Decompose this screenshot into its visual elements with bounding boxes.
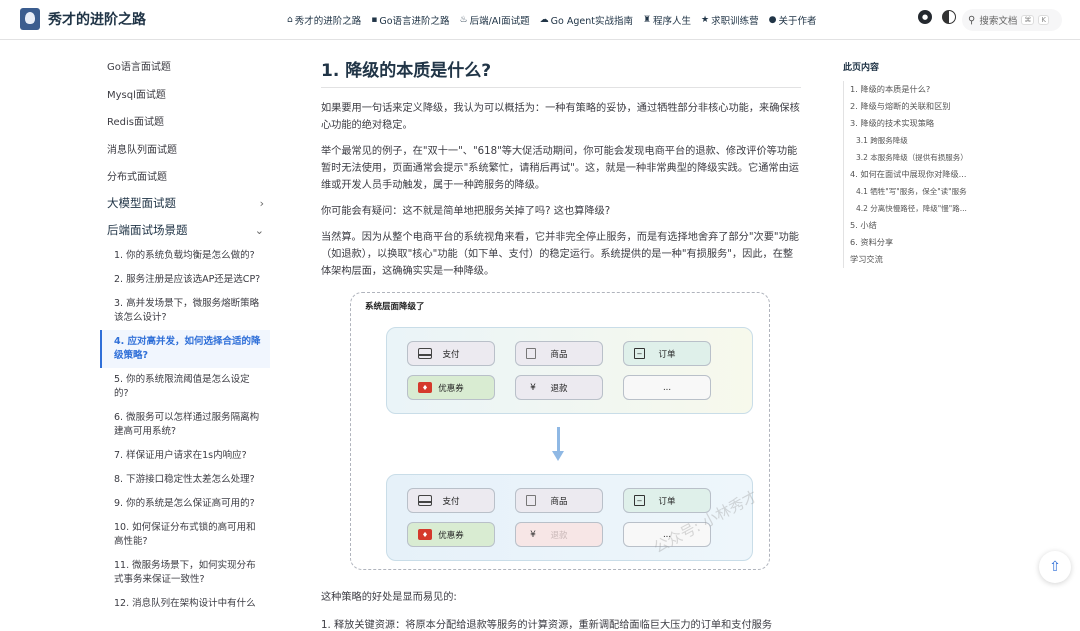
toc-item[interactable]: 3.1 跨服务降级 (843, 132, 978, 149)
service-goods: 商品 (515, 488, 603, 513)
person-icon: ● (768, 15, 777, 25)
service-refund: ¥ 退款 (515, 375, 603, 400)
paragraph: 你可能会有疑问：这不就是简单地把服务关掉了吗? 这也算降级? (321, 206, 611, 217)
sidebar-subitem[interactable]: 5. 你的系统限流阈值是怎么设定的? (100, 368, 270, 406)
sidebar-subitem[interactable]: 12. 消息队列在架构设计中有什么 (100, 592, 270, 616)
service-order: − 订单 (623, 488, 711, 513)
article-heading: 1. 降级的本质是什么? (321, 56, 801, 88)
sidebar-subitem-active[interactable]: 4. 应对高并发，如何选择合适的降级策略? (100, 329, 270, 368)
sidebar-subitem[interactable]: 10. 如何保证分布式锁的高可用和高性能? (100, 516, 270, 554)
service-coupon: ♦ 优惠券 (407, 522, 495, 547)
paragraph: 如果要用一句话来定义降级，我认为可以概括为：一种有策略的妥协，通过牺牲部分非核心… (321, 103, 800, 131)
sidebar-subitem[interactable]: 11. 微服务场景下，如何实现分布式事务来保证一致性? (100, 554, 270, 592)
toolbar: ● (918, 10, 956, 24)
sidebar-item-mq[interactable]: 消息队列面试题 (100, 135, 270, 163)
book-icon: ▪ (371, 15, 378, 25)
star-icon: ★ (701, 15, 710, 25)
service-refund-disabled: ¥ 退款 (515, 522, 603, 547)
sidebar-subitem[interactable]: 8. 下游接口稳定性太差怎么处理? (100, 468, 270, 492)
search-icon: ⚲ (968, 14, 976, 26)
sidebar-subitem[interactable]: 1. 你的系统负载均衡是怎么做的? (100, 244, 270, 268)
paragraph: 举个最常见的例子，在"双十一"、"618"等大促活动期间，你可能会发现电商平台的… (321, 146, 799, 191)
site-title: 秀才的进阶之路 (48, 12, 146, 28)
sidebar-item-mysql[interactable]: Mysql面试题 (100, 80, 270, 108)
search-placeholder: 搜索文档 (979, 16, 1018, 27)
nav-item-agent[interactable]: ☁ Go Agent实战指南 (540, 13, 633, 27)
sidebar-item-go[interactable]: Go语言面试题 (100, 52, 270, 80)
sidebar: Go语言面试题 Mysql面试题 Redis面试题 消息队列面试题 分布式面试题… (100, 52, 270, 616)
service-more: ... (623, 375, 711, 400)
toc-title: 此页内容 (843, 63, 880, 73)
toc-item[interactable]: 2. 降级与熔断的关联和区别 (843, 98, 978, 115)
service-goods: 商品 (515, 341, 603, 366)
chevron-right-icon: › (259, 196, 264, 210)
service-coupon: ♦ 优惠券 (407, 375, 495, 400)
toc-item[interactable]: 4.2 分离快慢路径，降级"慢"路... (843, 200, 978, 217)
cloud-icon: ☁ (539, 15, 549, 25)
toc-item[interactable]: 6. 资料分享 (843, 234, 978, 251)
sidebar-subitem[interactable]: 9. 你的系统是怎么保证高可用的? (100, 492, 270, 516)
toc-item[interactable]: 4.1 牺牲"写"服务，保全"读"服务 (843, 183, 978, 200)
toc-item[interactable]: 1. 降级的本质是什么? (843, 81, 978, 98)
diagram-title: 系统层面降级了 (365, 302, 425, 312)
down-arrow-icon (552, 427, 564, 461)
top-navbar: 秀才的进阶之路 ⌂ 秀才的进阶之路 ▪ Go语言进阶之路 ♨ 后端/AI面试题 ☁ Go… (0, 0, 1080, 40)
logo-icon (20, 8, 40, 30)
nav-item-go[interactable]: ▪ Go语言进阶之路 (371, 13, 449, 27)
top-nav: ⌂ 秀才的进阶之路 ▪ Go语言进阶之路 ♨ 后端/AI面试题 ☁ Go Agent实战… (287, 0, 817, 40)
brand[interactable]: 秀才的进阶之路 (20, 8, 146, 30)
service-order: − 订单 (623, 341, 711, 366)
sidebar-item-redis[interactable]: Redis面试题 (100, 107, 270, 135)
sidebar-subitem[interactable]: 6. 微服务可以怎样通过服务隔离构建高可用系统? (100, 406, 270, 444)
table-of-contents: 此页内容 1. 降级的本质是什么? 2. 降级与熔断的关联和区别 3. 降级的技… (843, 60, 978, 268)
toc-item[interactable]: 3.2 本服务降级（提供有损服务） (843, 149, 978, 166)
article: 1. 降级的本质是什么? 如果要用一句话来定义降级，我认为可以概括为：一种有策略… (321, 56, 801, 631)
service-pay: 支付 (407, 341, 495, 366)
shortcut-key-k: K (1038, 15, 1049, 25)
sidebar-subitem[interactable]: 7. 样保证用户请求在1s内响应? (100, 444, 270, 468)
home-icon: ⌂ (287, 15, 293, 25)
paragraph: 当然算。因为从整个电商平台的系统视角来看，它并非完全停止服务，而是有选择地舍弃了… (321, 232, 799, 277)
arrow-up-icon: ⇧ (1049, 559, 1061, 575)
nav-item-interview[interactable]: ♨ 后端/AI面试题 (460, 13, 530, 27)
github-icon[interactable]: ● (918, 10, 932, 24)
paragraph: 这种策略的好处是显而易见的: (321, 592, 457, 603)
services-before-panel: 支付 商品 − 订单 ♦ 优惠券 ¥ 退款 ... (386, 327, 753, 414)
sidebar-subitem[interactable]: 2. 服务注册是应该选AP还是选CP? (100, 268, 270, 292)
toc-item[interactable]: 3. 降级的技术实现策略 (843, 115, 978, 132)
chevron-down-icon: ⌄ (254, 223, 264, 237)
nav-item-about[interactable]: ● 关于作者 (769, 13, 817, 27)
toc-item[interactable]: 5. 小结 (843, 217, 978, 234)
fire-icon: ♨ (459, 15, 468, 25)
back-to-top-button[interactable]: ⇧ (1039, 551, 1071, 583)
theme-toggle-icon[interactable] (942, 10, 956, 24)
nav-item-home[interactable]: ⌂ 秀才的进阶之路 (287, 13, 361, 27)
toc-item[interactable]: 4. 如何在面试中展现你对降级... (843, 166, 978, 183)
sidebar-group-backend[interactable]: 后端面试场景题 ⌄ (100, 217, 270, 244)
service-pay: 支付 (407, 488, 495, 513)
nav-item-life[interactable]: ♜ 程序人生 (643, 13, 691, 27)
sidebar-item-distributed[interactable]: 分布式面试题 (100, 162, 270, 190)
toc-item[interactable]: 学习交流 (843, 251, 978, 268)
sidebar-subitem[interactable]: 3. 高并发场景下，微服务熔断策略该怎么设计? (100, 292, 270, 330)
nav-item-camp[interactable]: ★ 求职训练营 (701, 13, 759, 27)
shortcut-key-cmd: ⌘ (1021, 15, 1035, 25)
sidebar-group-llm[interactable]: 大模型面试题 › (100, 190, 270, 217)
search-button[interactable]: ⚲ 搜索文档 ⌘ K (962, 9, 1062, 31)
degradation-diagram: 系统层面降级了 支付 商品 − 订单 ♦ 优惠券 ¥ 退款 ... 支付 商品 − 订单… (350, 292, 770, 570)
castle-icon: ♜ (642, 15, 652, 25)
